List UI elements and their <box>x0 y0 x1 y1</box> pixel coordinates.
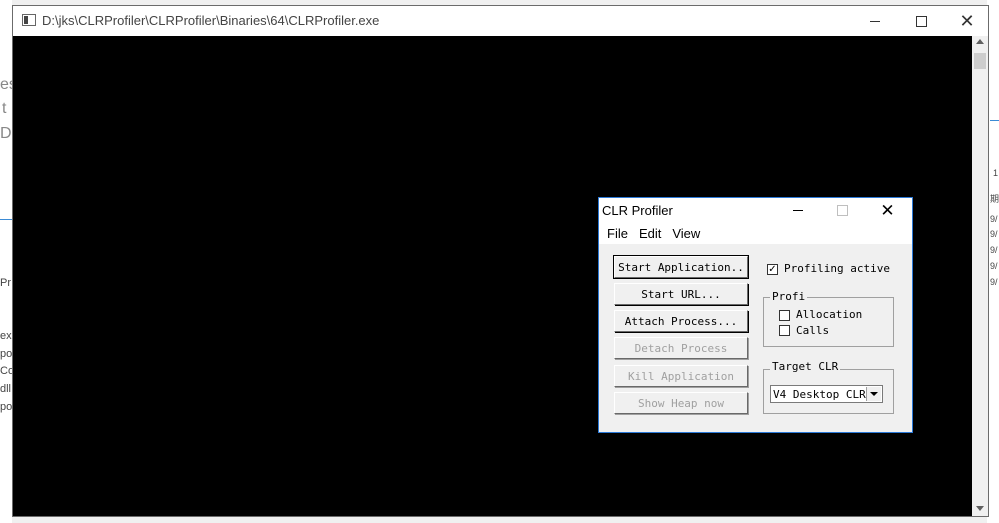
bg-fragment: 9/ <box>990 277 998 287</box>
kill-application-button: Kill Application <box>614 365 748 387</box>
profiling-active-label[interactable]: Profiling active <box>784 262 890 275</box>
bg-fragment: Pr <box>0 277 11 289</box>
vertical-scrollbar[interactable] <box>972 36 988 516</box>
scroll-down-icon[interactable] <box>976 506 984 511</box>
detach-process-button: Detach Process <box>614 337 748 359</box>
menu-edit[interactable]: Edit <box>634 226 667 241</box>
bg-fragment: dll <box>0 383 12 395</box>
bg-fragment: D <box>0 125 12 142</box>
minimize-icon[interactable] <box>852 6 898 36</box>
bg-fragment: 9/ <box>990 214 998 224</box>
scroll-thumb[interactable] <box>974 53 986 69</box>
bg-fragment: t <box>2 100 7 117</box>
calls-label[interactable]: Calls <box>796 324 829 337</box>
allocation-label[interactable]: Allocation <box>796 308 862 321</box>
close-glyph: ✕ <box>880 200 895 220</box>
start-application-button[interactable]: Start Application.. <box>613 255 749 279</box>
attach-process-button[interactable]: Attach Process... <box>614 310 748 332</box>
profile-group-box <box>763 297 894 347</box>
allocation-checkbox[interactable] <box>779 310 790 321</box>
bg-fragment: ex <box>0 330 12 342</box>
target-clr-selected-value: V4 Desktop CLR <box>773 388 866 401</box>
close-icon[interactable]: ✕ <box>865 198 910 222</box>
scroll-up-icon[interactable] <box>976 39 984 44</box>
bg-fragment: 9/ <box>990 261 998 271</box>
menu-bar: File Edit View <box>599 222 912 244</box>
maximize-icon <box>820 198 865 222</box>
dialog-title: CLR Profiler <box>602 203 673 218</box>
bg-divider <box>990 120 999 121</box>
console-app-icon <box>22 14 36 26</box>
bg-fragment: po <box>0 401 13 413</box>
bg-fragment: po <box>0 348 13 360</box>
clr-profiler-dialog: CLR Profiler ✕ File Edit View Start Appl… <box>598 197 913 433</box>
bg-fragment: 9/ <box>990 229 998 239</box>
close-icon[interactable]: ✕ <box>944 6 990 36</box>
profiling-active-checkbox[interactable]: ✓ <box>767 264 778 275</box>
bg-fragment: 9/ <box>990 245 998 255</box>
menu-view[interactable]: View <box>667 226 706 241</box>
start-url-button[interactable]: Start URL... <box>614 283 748 305</box>
close-glyph: ✕ <box>959 11 975 31</box>
target-clr-select[interactable]: V4 Desktop CLR <box>770 385 883 403</box>
bg-fragment: 期 <box>990 194 999 204</box>
profile-group-title: Profi <box>770 290 808 303</box>
maximize-icon[interactable] <box>898 6 944 36</box>
console-title-bar[interactable]: D:\jks\CLRProfiler\CLRProfiler\Binaries\… <box>13 6 988 36</box>
console-window-title: D:\jks\CLRProfiler\CLRProfiler\Binaries\… <box>42 13 380 28</box>
target-clr-group-title: Target CLR <box>770 360 841 374</box>
dropdown-arrow-icon[interactable] <box>866 387 881 401</box>
menu-file[interactable]: File <box>599 226 634 241</box>
bg-divider <box>0 219 12 220</box>
bg-fragment: 1 <box>993 168 999 178</box>
show-heap-now-button: Show Heap now <box>614 392 748 414</box>
calls-checkbox[interactable] <box>779 325 790 336</box>
minimize-icon[interactable] <box>775 198 820 222</box>
dialog-title-bar[interactable]: CLR Profiler ✕ <box>599 198 912 222</box>
